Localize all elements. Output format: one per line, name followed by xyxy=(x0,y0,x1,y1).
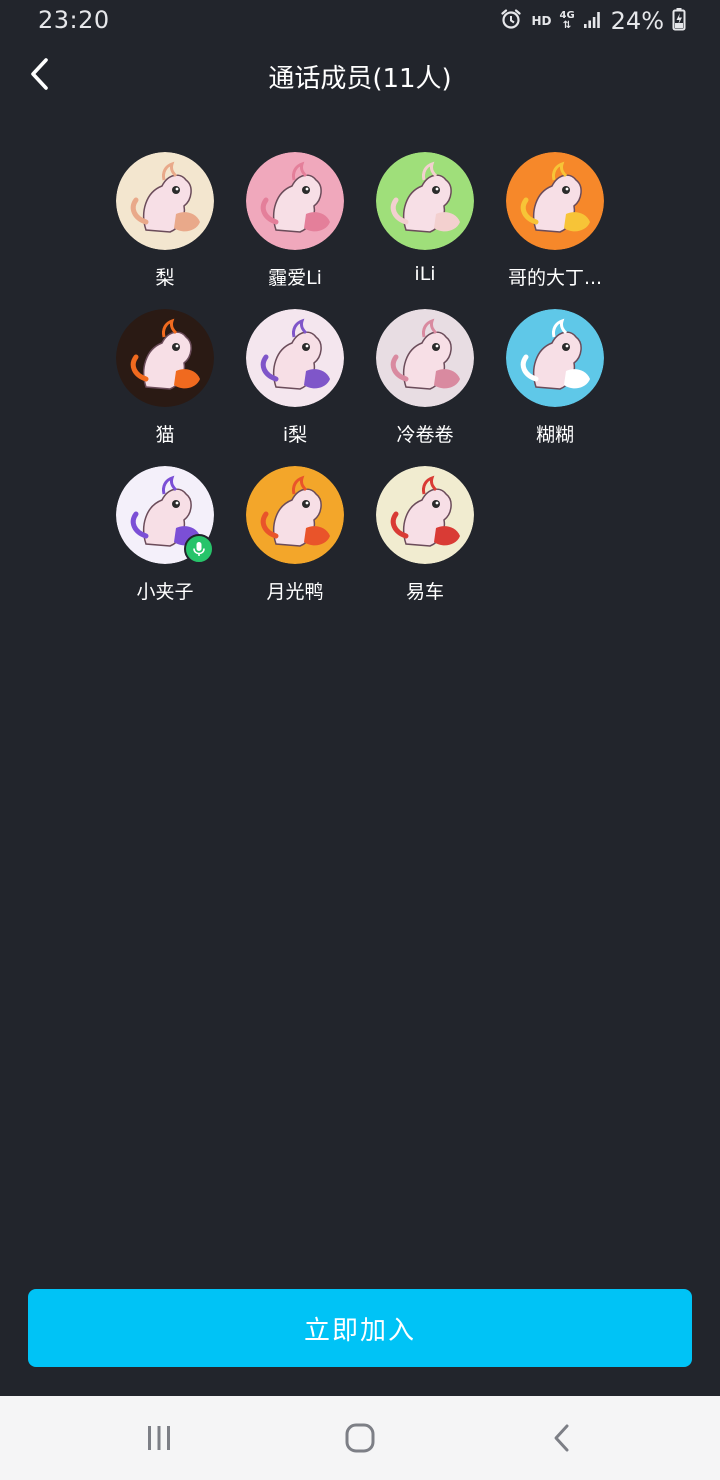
member-item[interactable]: iLi xyxy=(360,152,490,309)
back-icon xyxy=(554,1424,569,1452)
member-name: 哥的大丁... xyxy=(507,267,603,289)
nav-bar xyxy=(0,1396,720,1480)
member-item[interactable]: 霾爱Li xyxy=(230,152,360,309)
recent-apps-icon xyxy=(148,1426,170,1450)
nav-back-button[interactable] xyxy=(540,1416,584,1460)
avatar-image xyxy=(116,152,214,250)
member-item[interactable]: 哥的大丁... xyxy=(490,152,620,309)
avatar-image xyxy=(506,152,604,250)
status-bar: 23:20 HD 4G ⇅ 24% xyxy=(0,0,720,44)
member-item[interactable]: 小夹子 xyxy=(100,466,230,623)
member-name: 冷卷卷 xyxy=(396,424,454,446)
signal-icon xyxy=(583,9,603,33)
avatar[interactable] xyxy=(116,309,214,407)
hd-label: HD xyxy=(531,14,552,28)
home-icon xyxy=(345,1423,375,1453)
avatar-image xyxy=(116,309,214,407)
battery-icon xyxy=(672,7,686,35)
avatar[interactable] xyxy=(376,466,474,564)
avatar[interactable] xyxy=(376,309,474,407)
member-item[interactable]: 冷卷卷 xyxy=(360,309,490,466)
status-icons: HD 4G ⇅ 24% xyxy=(499,6,686,36)
avatar[interactable] xyxy=(506,152,604,250)
member-item[interactable]: i梨 xyxy=(230,309,360,466)
avatar-image xyxy=(246,466,344,564)
avatar-image xyxy=(376,309,474,407)
member-name: 梨 xyxy=(155,267,175,289)
avatar[interactable] xyxy=(506,309,604,407)
member-name: 猫 xyxy=(155,424,175,446)
recent-apps-button[interactable] xyxy=(137,1416,181,1460)
avatar[interactable] xyxy=(246,152,344,250)
member-name: 小夹子 xyxy=(136,581,194,603)
microphone-icon xyxy=(193,542,205,556)
avatar-image xyxy=(506,309,604,407)
avatar[interactable] xyxy=(116,466,214,564)
home-button[interactable] xyxy=(338,1416,382,1460)
avatar-image xyxy=(246,152,344,250)
header: 通话成员(11人) xyxy=(0,44,720,108)
member-item[interactable]: 月光鸭 xyxy=(230,466,360,623)
member-item[interactable]: 糊糊 xyxy=(490,309,620,466)
member-name: iLi xyxy=(414,263,436,285)
member-name: 糊糊 xyxy=(535,424,574,446)
member-name: 霾爱Li xyxy=(268,267,322,289)
member-item[interactable]: 梨 xyxy=(100,152,230,309)
avatar[interactable] xyxy=(376,152,474,250)
member-name: i梨 xyxy=(282,424,308,446)
avatar-image xyxy=(246,309,344,407)
join-now-button[interactable]: 立即加入 xyxy=(28,1289,692,1367)
avatar[interactable] xyxy=(246,466,344,564)
mic-badge xyxy=(184,534,214,564)
member-name: 月光鸭 xyxy=(266,581,324,603)
member-item[interactable]: 易车 xyxy=(360,466,490,623)
avatar-image xyxy=(376,152,474,250)
network-indicator: 4G ⇅ xyxy=(559,11,574,31)
member-grid: 梨 霾爱Li iLi 哥的大丁... 猫 i梨 冷卷卷 糊糊 小夹子 月光鸭 易… xyxy=(100,152,620,623)
member-item[interactable]: 猫 xyxy=(100,309,230,466)
member-name: 易车 xyxy=(405,581,444,603)
avatar-image xyxy=(376,466,474,564)
avatar[interactable] xyxy=(116,152,214,250)
page-title: 通话成员(11人) xyxy=(268,64,452,94)
data-arrows-icon: ⇅ xyxy=(562,20,572,31)
avatar[interactable] xyxy=(246,309,344,407)
screen: 23:20 HD 4G ⇅ 24% 通话成员(11人) 梨 霾爱Li iLi 哥… xyxy=(0,0,720,1480)
status-time: 23:20 xyxy=(38,6,110,34)
battery-percent: 24% xyxy=(610,7,664,35)
alarm-icon xyxy=(499,7,523,35)
